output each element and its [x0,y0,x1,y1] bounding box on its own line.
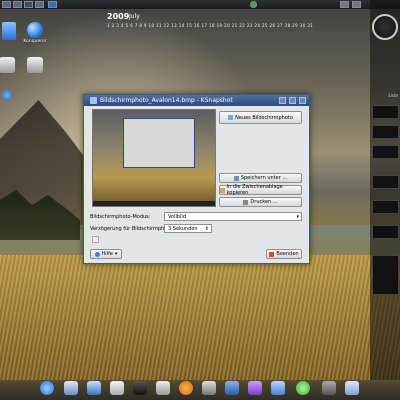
tray-icon-3[interactable] [352,1,361,8]
kmenu-icon[interactable] [40,381,54,395]
printer-icon [0,57,15,73]
pager-desktop-3[interactable] [24,1,33,8]
bottom-taskbar [0,380,400,400]
quit-icon [269,251,275,257]
option-checkbox[interactable] [92,236,99,243]
desktop-icon-konqueror[interactable]: Konqueror [20,22,50,44]
trash-icon[interactable] [322,381,336,395]
printer-icon [27,57,43,73]
new-snapshot-button[interactable]: Neues Bildschirmphoto [219,111,302,124]
wallpaper-grass [0,255,400,380]
mode-select[interactable]: Vollbild ▾ [164,212,302,221]
system-monitor-graph-2 [372,125,399,139]
sidebar-label: Liste [388,93,398,98]
pager-desktop-active[interactable] [48,1,57,8]
system-monitor-graph-6 [372,225,399,239]
window-titlebar[interactable]: Bildschirmphoto_Avalon14.bmp - KSnapshot [84,95,309,106]
calendar-year: 2009 [107,12,130,21]
system-monitor-graph-1 [372,105,399,119]
calendar-days: 1 2 3 4 5 6 7 8 9 10 11 12 13 14 15 16 1… [107,23,314,28]
delay-label: Verzögerung für Bildschirmphoto: [90,226,175,232]
help-icon [94,251,100,257]
quit-label: Beenden [276,251,299,257]
system-monitor-graph-3 [372,145,399,159]
documents-icon[interactable] [271,381,285,395]
ksnapshot-task-icon[interactable] [345,381,359,395]
terminal-icon[interactable] [133,381,147,395]
print-label: Drucken ... [250,199,278,205]
chat-icon[interactable] [248,381,262,395]
help-button[interactable]: Hilfe ▾ [90,249,122,259]
desktop-icon-network[interactable] [0,90,22,101]
calendar-widget: 2009 July 1 2 3 4 5 6 7 8 9 10 11 12 13 … [107,12,313,28]
system-settings-icon[interactable] [87,381,101,395]
firefox-icon[interactable] [179,381,193,395]
top-panel [0,0,400,9]
window-title: Bildschirmphoto_Avalon14.bmp - KSnapshot [100,97,233,104]
help-label: Hilfe [101,251,113,257]
pager-desktop-1[interactable] [2,1,11,8]
konqueror-icon [27,22,43,38]
save-as-label: Speichern unter ... [240,175,288,181]
option-row-disabled [92,236,99,243]
messenger-icon[interactable] [296,381,310,395]
desktop-icon-label: Konqueror [23,39,47,44]
camera-icon [228,115,234,120]
preview-thumbnail-panel [93,201,215,206]
text-editor-icon[interactable] [110,381,124,395]
printer-icon [243,199,249,205]
chevron-down-icon: ▾ [114,251,118,257]
copy-clipboard-label: In die Zwischenablage kopieren [226,184,283,196]
media-icon[interactable] [202,381,216,395]
snapshot-preview[interactable] [92,109,216,207]
spin-arrows-icon: ⇕ [204,226,209,232]
tray-icon-2[interactable] [340,1,349,8]
home-icon[interactable] [64,381,78,395]
maximize-button[interactable] [289,97,296,104]
quit-button[interactable]: Beenden [266,249,302,259]
copy-clipboard-button[interactable]: In die Zwischenablage kopieren [219,184,302,196]
system-monitor-graph-7 [372,255,399,295]
print-button[interactable]: Drucken ... [219,197,302,207]
minimize-button[interactable] [279,97,286,104]
clipboard-icon [220,187,225,193]
right-sidebar: Liste [370,0,400,380]
preview-thumbnail-window [123,118,195,168]
chevron-down-icon: ▾ [296,214,299,220]
desktop-icon-printer-2[interactable] [20,57,50,74]
new-snapshot-label: Neues Bildschirmphoto [235,114,293,121]
file-manager-icon[interactable] [156,381,170,395]
system-monitor-graph-5 [372,200,399,214]
delay-spinbox[interactable]: 3 Sekunden ⇕ [164,224,212,233]
pager-desktop-4[interactable] [35,1,44,8]
calendar-month: July [129,13,140,20]
pager-desktop-2[interactable] [13,1,22,8]
analog-clock-widget [372,14,398,40]
tray-icon[interactable] [250,1,257,8]
mode-value: Vollbild [168,213,186,220]
save-icon [233,175,239,181]
ksnapshot-app-icon [90,97,97,104]
folder-icon [2,22,16,40]
desktop-icon-printer-1[interactable] [0,57,22,74]
save-as-button[interactable]: Speichern unter ... [219,173,302,183]
ksnapshot-window: Bildschirmphoto_Avalon14.bmp - KSnapshot… [83,94,310,264]
close-button[interactable] [299,97,306,104]
network-icon [2,90,12,100]
mode-label: Bildschirmphoto-Modus: [90,214,151,220]
network-manager-icon[interactable] [225,381,239,395]
delay-value: 3 Sekunden [168,225,198,232]
system-monitor-graph-4 [372,175,399,189]
